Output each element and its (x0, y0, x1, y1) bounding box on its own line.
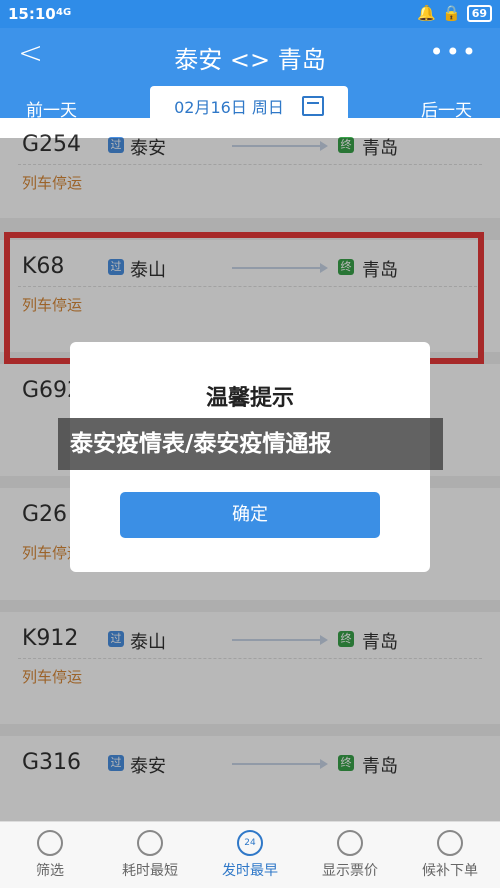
signal-icon: 4G (56, 7, 72, 18)
more-icon[interactable]: ••• (430, 38, 478, 66)
status-time: 15:10 (8, 5, 56, 23)
ok-button[interactable]: 确定 (120, 492, 380, 538)
caption-banner: 泰安疫情表/泰安疫情通报 (58, 418, 443, 470)
dialog-title: 温馨提示 (205, 386, 294, 411)
tab-earliest[interactable]: 24 发时最早 (200, 822, 300, 888)
tab-waitlist[interactable]: 候补下单 (400, 822, 500, 888)
calendar-icon (301, 96, 324, 116)
filter-icon (37, 830, 63, 856)
timer-icon (137, 830, 163, 856)
lock-icon: 🔒 (442, 4, 461, 22)
cart-icon (437, 830, 463, 856)
status-bar: 15:10 4G 🔔 🔒 69 (0, 0, 500, 28)
battery-icon: 69 (466, 4, 492, 22)
tab-shortest[interactable]: 耗时最短 (100, 822, 200, 888)
tab-label: 耗时最短 (122, 863, 178, 879)
date-label: 02月16日 周日 (174, 98, 284, 117)
tab-label: 发时最早 (222, 863, 278, 879)
clock-24-icon: 24 (237, 830, 263, 856)
tab-price[interactable]: 显示票价 (300, 822, 400, 888)
tab-label: 显示票价 (322, 863, 378, 879)
status-icons: 🔔 🔒 69 (417, 4, 492, 22)
alarm-icon: 🔔 (417, 4, 436, 22)
tab-filter[interactable]: 筛选 (0, 822, 100, 888)
bottom-tab-bar: 筛选 耗时最短 24 发时最早 显示票价 候补下单 (0, 821, 500, 888)
page-title: 泰安 <> 青岛 (174, 46, 326, 74)
price-tag-icon (337, 830, 363, 856)
tab-label: 筛选 (36, 863, 64, 879)
tab-label: 候补下单 (422, 863, 478, 879)
